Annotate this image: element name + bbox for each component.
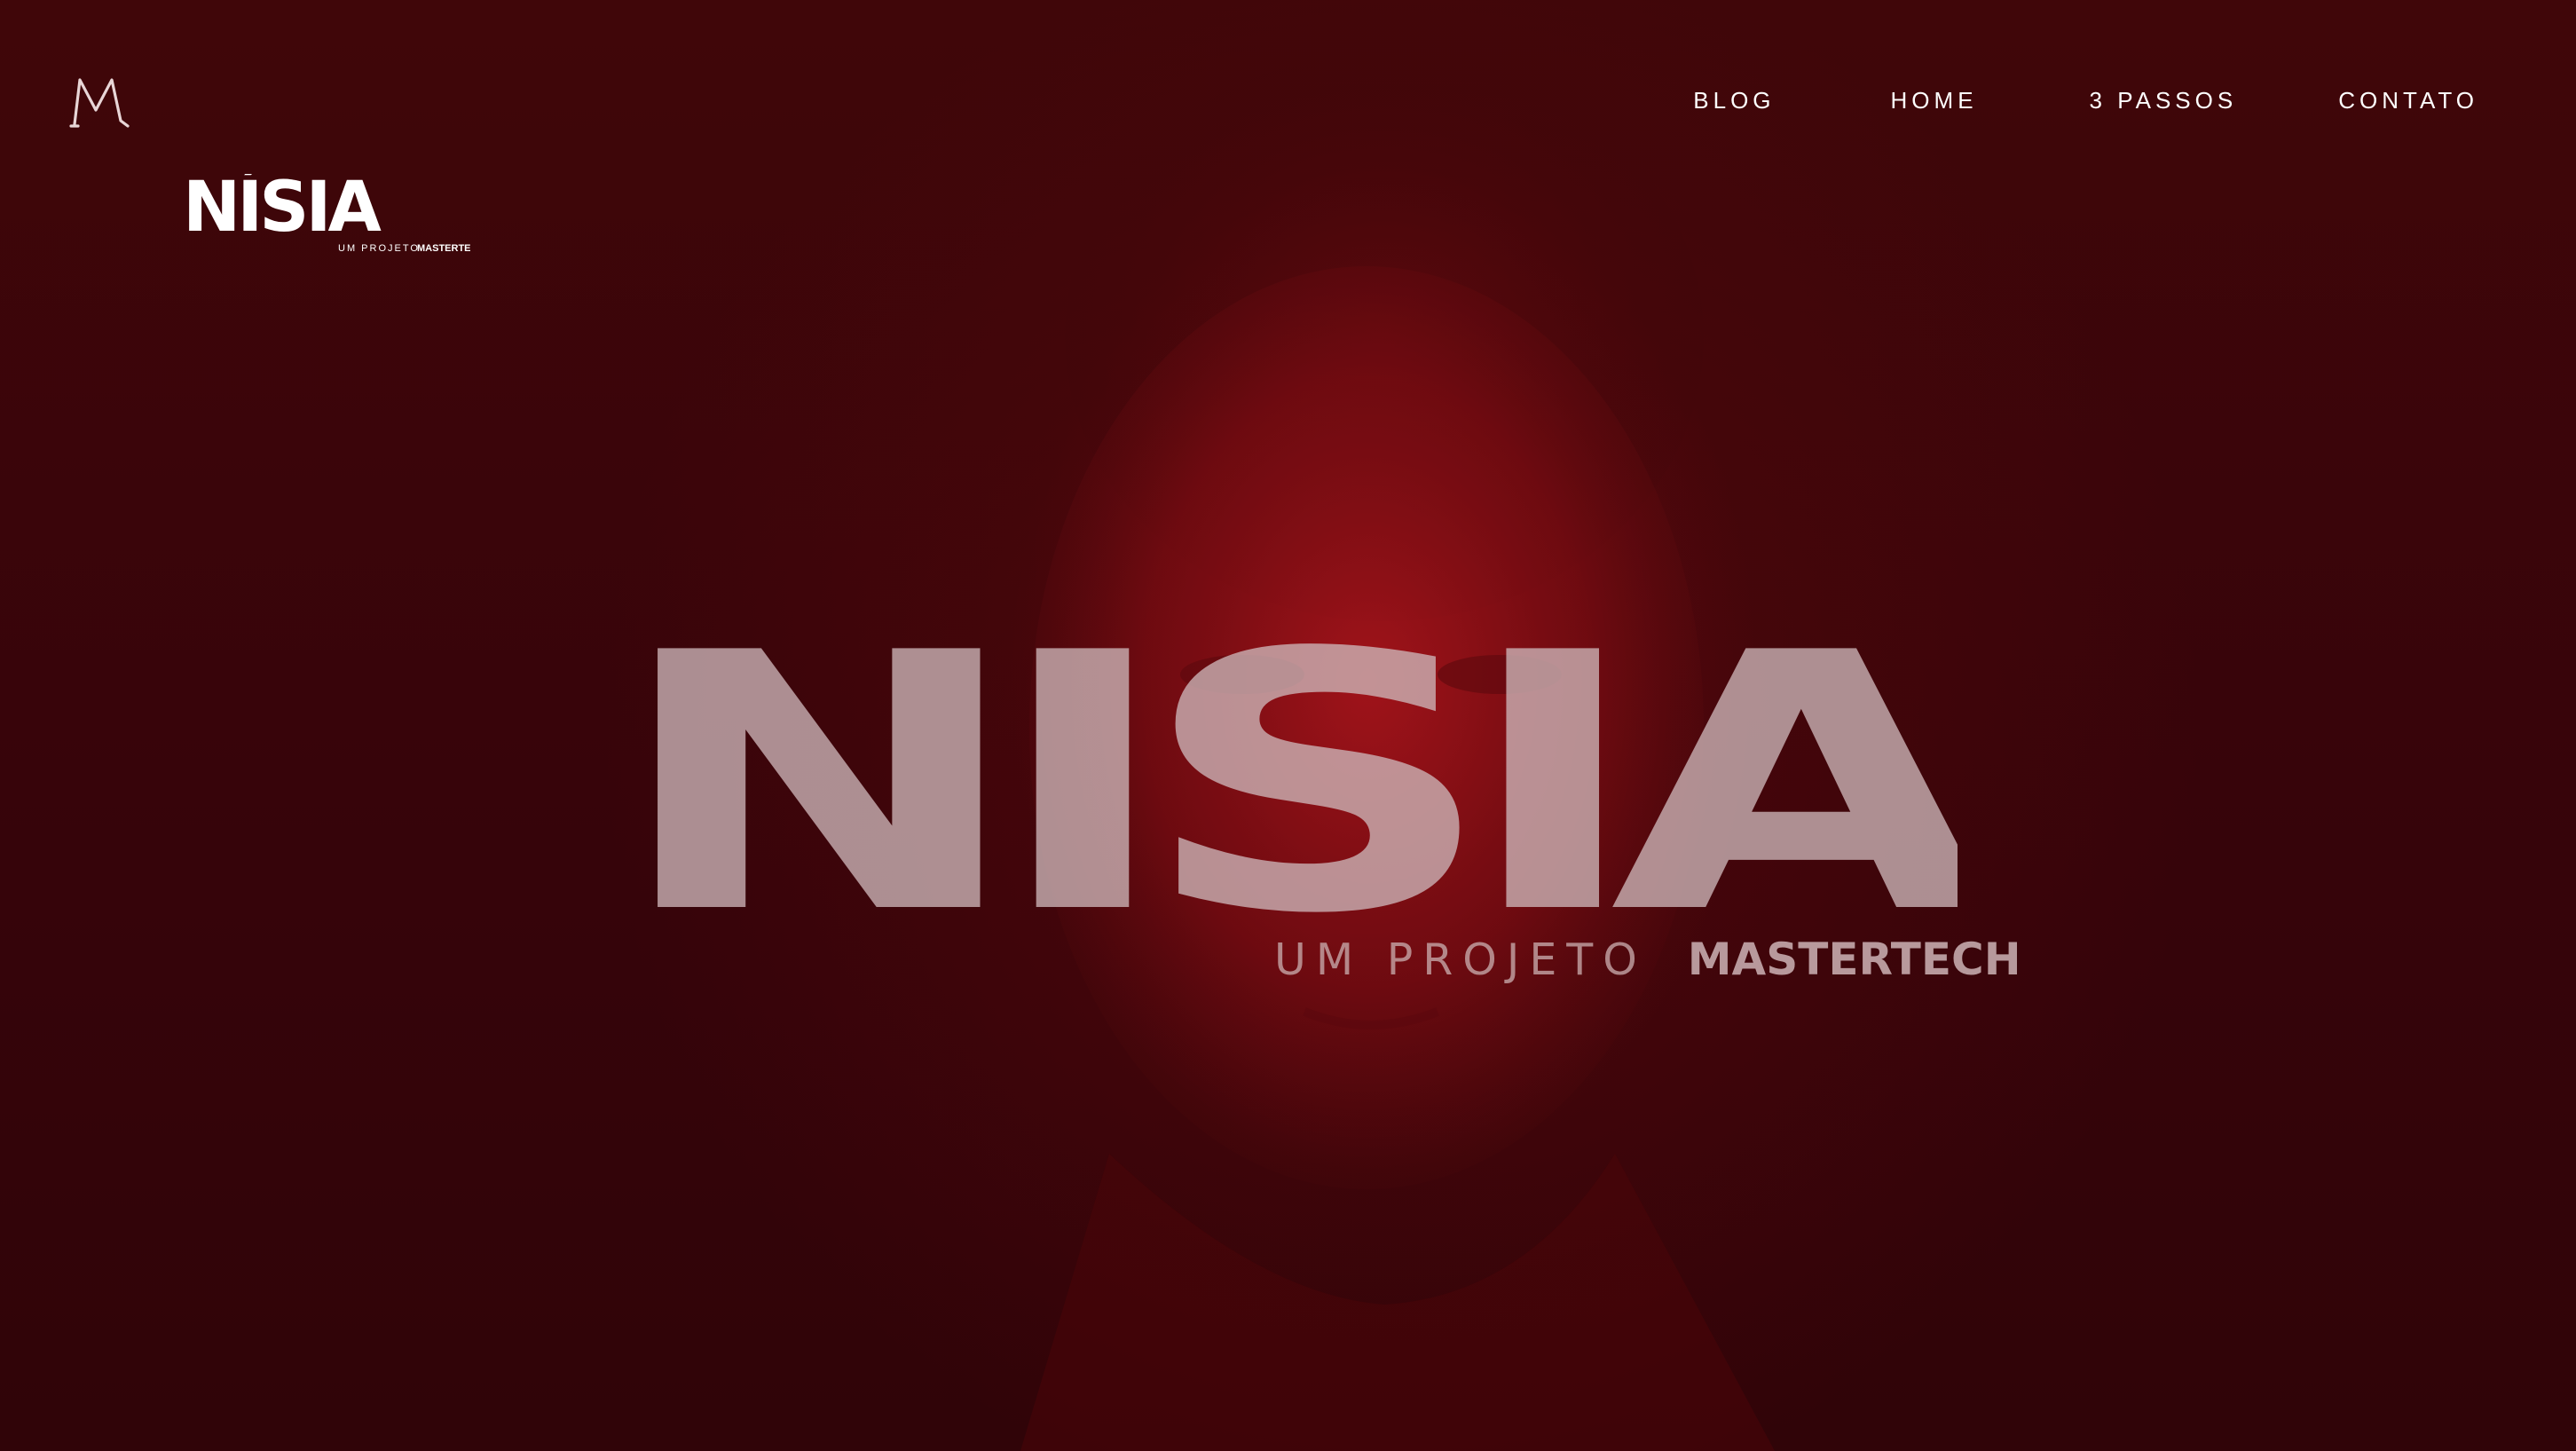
brand-logo[interactable]: NÍSIA UM PROJETO MASTERTECH bbox=[183, 174, 470, 256]
hero-subtitle: UM PROJETO MASTERTECH bbox=[1274, 934, 2021, 987]
nav-3-passos[interactable]: 3 PASSOS bbox=[2090, 87, 2238, 114]
nav-home[interactable]: HOME bbox=[1891, 87, 1978, 114]
hero-subtitle-brand: MASTERTECH bbox=[1687, 934, 2021, 985]
brand-logo-tagline-brand: MASTERTECH bbox=[417, 243, 470, 254]
nav-blog[interactable]: BLOG bbox=[1693, 87, 1775, 114]
hero-wordmark-text: NÍSIA bbox=[612, 630, 1958, 914]
main-nav: BLOG HOME 3 PASSOS CONTATO bbox=[1693, 87, 2478, 114]
brand-logo-graphic: NÍSIA UM PROJETO MASTERTECH bbox=[183, 174, 470, 254]
nav-contato[interactable]: CONTATO bbox=[2338, 87, 2478, 114]
brand-logo-tagline-lead: UM PROJETO bbox=[338, 243, 420, 254]
hero-subtitle-lead: UM PROJETO bbox=[1274, 934, 1647, 985]
hero-wordmark: NÍSIA bbox=[612, 630, 1958, 914]
m-monogram-icon[interactable] bbox=[69, 75, 133, 131]
brand-logo-wordmark: NÍSIA bbox=[183, 174, 381, 248]
